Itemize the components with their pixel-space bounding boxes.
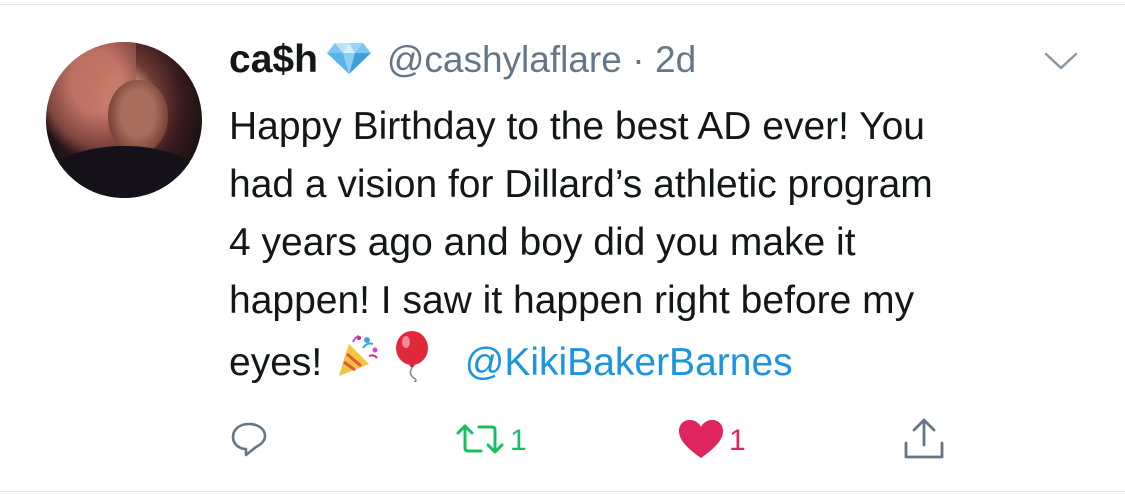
balloon-icon [392, 330, 432, 399]
bottom-divider [0, 491, 1125, 492]
heart-icon [677, 418, 725, 465]
top-divider [0, 4, 1125, 5]
retweet-icon [454, 421, 506, 462]
tweet-text: Happy Birthday to the best AD ever! You … [229, 98, 1089, 399]
user-mention-link[interactable]: @KikiBakerBarnes [465, 341, 793, 384]
gem-icon [326, 41, 372, 80]
reply-icon [230, 421, 268, 462]
share-icon [902, 417, 946, 466]
retweet-count: 1 [510, 424, 527, 457]
share-button[interactable] [902, 418, 946, 464]
display-name[interactable]: ca$h [229, 38, 318, 81]
timestamp[interactable]: 2d [655, 39, 696, 80]
avatar[interactable] [46, 42, 202, 198]
retweet-button[interactable]: 1 [454, 418, 527, 464]
like-button[interactable]: 1 [677, 418, 746, 464]
like-count: 1 [729, 424, 746, 457]
header-separator: · [632, 39, 645, 80]
tweet-line: had a vision for Dillard’s athletic prog… [229, 163, 933, 206]
tweet-line: Happy Birthday to the best AD ever! You [229, 105, 925, 148]
avatar-face [108, 80, 168, 154]
party-popper-icon [333, 332, 381, 397]
chevron-down-icon[interactable] [1043, 50, 1079, 79]
user-handle[interactable]: @cashylaflare [387, 39, 622, 80]
tweet-line: 4 years ago and boy did you make it [229, 221, 856, 264]
tweet-header: ca$h @cashylaflare · 2d [229, 38, 696, 88]
tweet-line: happen! I saw it happen right before my [229, 279, 915, 322]
reply-button[interactable] [230, 418, 272, 464]
tweet-line: eyes! [229, 340, 323, 384]
tweet-last-line: eyes! @KikiBakerBarnes [229, 330, 1089, 399]
